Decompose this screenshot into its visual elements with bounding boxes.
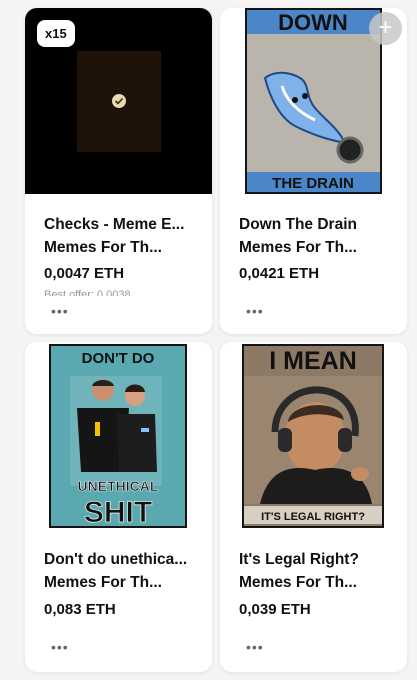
more-dots-icon[interactable]: •••: [51, 640, 69, 654]
check-icon: [112, 94, 126, 108]
price: 0,083 ETH: [44, 601, 116, 618]
collection-name: Memes For Th...: [44, 239, 162, 256]
poster-top-text: I MEAN: [269, 347, 357, 375]
nft-title: Checks - Meme E...: [44, 216, 185, 233]
collection-name: Memes For Th...: [239, 574, 357, 591]
nft-title: It's Legal Right?: [239, 551, 359, 568]
nft-card-dont-do-unethical[interactable]: DON'T DO UNETHICAL SHIT Don't do unethic…: [25, 342, 212, 672]
poster-mid-text: UNETHICAL: [78, 478, 159, 494]
poster-bottom-text: SHIT: [84, 496, 152, 529]
poster-bottom-text: IT'S LEGAL RIGHT?: [261, 511, 365, 523]
poster-bottom-text: THE DRAIN: [272, 175, 354, 192]
price: 0,039 ETH: [239, 601, 311, 618]
poster-top-text: DOWN: [278, 10, 348, 35]
collection-name: Memes For Th...: [239, 239, 357, 256]
nft-grid: x15 Checks - Meme E... Memes For Th... 0…: [0, 0, 417, 680]
nft-title: Don't do unethica...: [44, 551, 188, 568]
collection-name: Memes For Th...: [44, 574, 162, 591]
nft-card-checks[interactable]: x15 Checks - Meme E... Memes For Th... 0…: [25, 8, 212, 334]
edition-count-badge: x15: [37, 20, 75, 47]
nft-image-its-legal-right: I MEAN IT'S LEGAL RIGHT?: [220, 342, 407, 532]
more-dots-icon[interactable]: •••: [246, 304, 264, 318]
price: 0,0421 ETH: [239, 265, 320, 282]
nft-image-dont-do-unethical: DON'T DO UNETHICAL SHIT: [25, 342, 212, 532]
price: 0,0047 ETH: [44, 265, 125, 282]
more-dots-icon[interactable]: •••: [51, 304, 69, 318]
nft-title: Down The Drain: [239, 216, 357, 233]
add-button[interactable]: +: [369, 12, 402, 45]
poster-top-text: DON'T DO: [82, 350, 155, 367]
best-offer: Best offer: 0,0038: [44, 289, 131, 296]
nft-card-down-the-drain[interactable]: DOWN THE DRAIN Down The Drain Memes For …: [220, 8, 407, 334]
more-dots-icon[interactable]: •••: [246, 640, 264, 654]
nft-card-its-legal-right[interactable]: I MEAN IT'S LEGAL RIGHT? It's Legal Righ…: [220, 342, 407, 672]
